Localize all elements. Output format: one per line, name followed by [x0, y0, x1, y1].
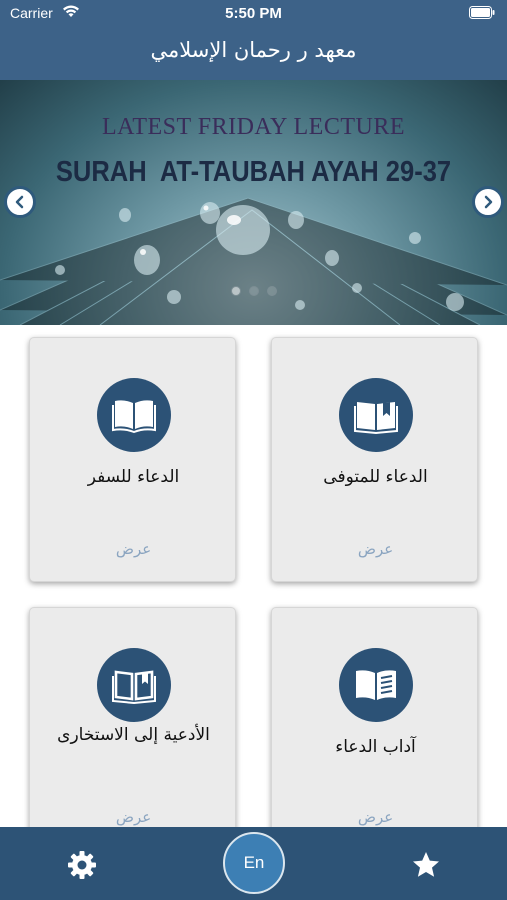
- category-card[interactable]: الأدعية إلى الاستخارى عرض: [29, 607, 236, 827]
- carousel-page-indicator: [0, 286, 507, 296]
- chevron-left-icon: [15, 195, 24, 209]
- open-book-icon: [97, 378, 171, 452]
- carousel-next-button[interactable]: [472, 186, 504, 218]
- bottom-tab-bar: En: [0, 827, 507, 900]
- book-pages-icon: [97, 648, 171, 722]
- page-title: معهد ر رحمان الإسلامي: [150, 38, 357, 62]
- carousel-dot[interactable]: [248, 286, 259, 296]
- category-card-title: آداب الدعاء: [335, 737, 416, 757]
- carousel-prev-button[interactable]: [4, 186, 36, 218]
- category-card[interactable]: آداب الدعاء عرض: [271, 607, 478, 827]
- gear-icon: [68, 851, 96, 879]
- banner-heading: LATEST FRIDAY LECTURE: [102, 114, 405, 140]
- favorites-button[interactable]: [404, 845, 448, 885]
- view-link[interactable]: عرض: [272, 808, 479, 826]
- banner-carousel[interactable]: LATEST FRIDAY LECTURE SURAH AT-TAUBAH AY…: [0, 80, 507, 325]
- dua-categories-grid: الدعاء للمتوفى عرض الدعاء للسفر عرض آداب…: [0, 325, 507, 827]
- language-toggle-button[interactable]: En: [223, 832, 285, 894]
- battery-icon: [469, 6, 495, 19]
- carousel-dot[interactable]: [230, 286, 241, 296]
- book-lines-icon: [339, 648, 413, 722]
- category-card-title: الدعاء للسفر: [87, 467, 180, 487]
- navigation-bar: معهد ر رحمان الإسلامي: [0, 28, 507, 80]
- settings-button[interactable]: [60, 845, 104, 885]
- view-link[interactable]: عرض: [272, 540, 479, 558]
- category-card-title: الدعاء للمتوفى: [323, 467, 428, 487]
- category-card[interactable]: الدعاء للسفر عرض: [29, 337, 236, 582]
- view-link[interactable]: عرض: [30, 540, 237, 558]
- category-card-title: الأدعية إلى الاستخارى: [57, 725, 210, 745]
- status-bar: Carrier 5:50 PM: [0, 0, 507, 28]
- star-icon: [413, 852, 439, 877]
- banner-subheading: SURAH AT-TAUBAH AYAH 29-37: [55, 156, 452, 188]
- carousel-dot[interactable]: [266, 286, 277, 296]
- view-link[interactable]: عرض: [30, 808, 237, 826]
- chevron-right-icon: [484, 195, 493, 209]
- open-book-bookmark-icon: [339, 378, 413, 452]
- category-card[interactable]: الدعاء للمتوفى عرض: [271, 337, 478, 582]
- status-time: 5:50 PM: [225, 5, 282, 22]
